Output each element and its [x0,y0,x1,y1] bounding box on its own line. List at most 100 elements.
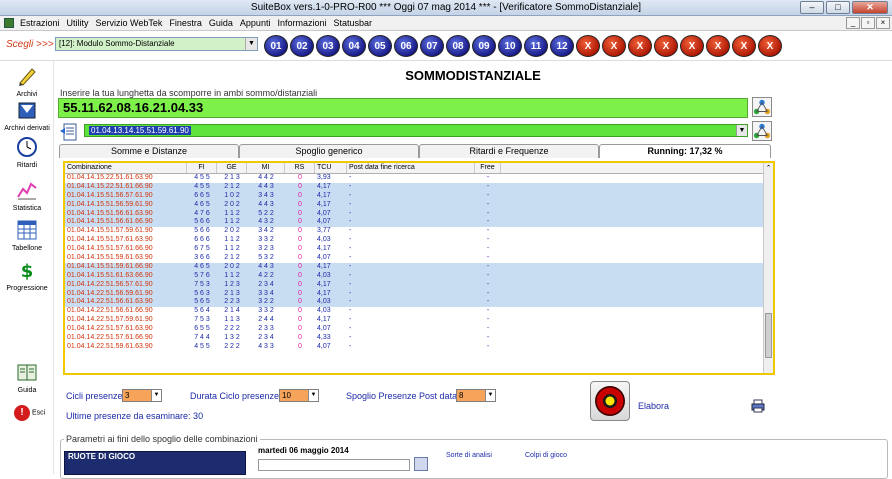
app-icon[interactable] [4,18,14,28]
col-combinazione[interactable]: Combinazione [65,163,187,173]
table-row[interactable]: 01.04.14.15.51.61.63.66.90 5 7 6 1 1 2 4 2 … [65,271,765,281]
wheel-button[interactable]: 04 [342,35,366,57]
wheel-button[interactable]: 05 [368,35,392,57]
table-row[interactable]: 01.04.14.15.51.56.61.63.90 4 7 6 1 1 2 5 2 … [65,209,765,219]
menu-servizio-webtek[interactable]: Servizio WebTek [96,18,163,28]
maximize-button[interactable]: □ [826,1,850,14]
calendar-icon[interactable] [414,457,428,471]
menu-utility[interactable]: Utility [67,18,89,28]
sidebar-item-progressione[interactable]: $ Progressione [0,259,54,292]
col-ge[interactable]: GE [217,163,247,173]
durata-select[interactable]: 10 ▼ [279,389,319,402]
wheel-button[interactable]: 12 [550,35,574,57]
col-fi[interactable]: FI [187,163,217,173]
table-row[interactable]: 01.04.14.15.22.51.61.66.90 4 5 5 2 1 2 4 4 … [65,182,765,192]
wheel-button[interactable]: 02 [290,35,314,57]
col-post-data[interactable]: Post data fine ricerca [347,163,475,173]
table-cell: 3 3 2 [258,307,274,315]
wheel-buttons: 01 02 03 04 05 06 07 08 09 10 11 12 X X X X X X X X [264,35,782,57]
wheel-button[interactable]: X [602,35,626,57]
date-slider[interactable] [258,459,410,471]
sidebar-item-guida[interactable]: Guida [0,361,54,394]
table-row[interactable]: 01.04.14.22.51.57.59.61.90 7 5 3 1 1 3 2 4 … [65,316,765,326]
document-icon[interactable] [60,123,80,141]
wheel-button[interactable]: 09 [472,35,496,57]
mdi-close-button[interactable]: × [876,17,890,29]
wheel-button[interactable]: 06 [394,35,418,57]
printer-icon[interactable] [751,399,765,413]
wheel-button[interactable]: X [706,35,730,57]
wheel-button[interactable]: X [628,35,652,57]
table-row[interactable]: 01.04.14.15.51.59.61.66.90 4 6 5 2 0 2 4 4 … [65,262,765,272]
table-row[interactable]: 01.04.14.15.51.59.61.63.90 3 6 6 2 1 2 5 3 … [65,254,765,263]
table-row[interactable]: 01.04.14.22.51.57.61.66.90 7 4 4 1 3 2 2 3 … [65,334,765,343]
menu-statusbar[interactable]: Statusbar [333,18,372,28]
tab-somme-distanze[interactable]: Somme e Distanze [59,144,239,158]
module-select[interactable]: [12]: Modulo Sommo-Distanziale ▼ [55,37,258,51]
tab-running-status[interactable]: Running: 17,32 % [599,144,771,158]
chevron-down-icon[interactable]: ▼ [308,390,318,401]
table-row[interactable]: 01.04.14.15.22.51.61.63.90 4 5 5 2 1 3 4 4 … [65,174,765,183]
wheel-button[interactable]: 07 [420,35,444,57]
wheel-button[interactable]: 08 [446,35,470,57]
col-tcu[interactable]: TCU [315,163,347,173]
chevron-down-icon[interactable]: ▼ [151,390,161,401]
wheel-button[interactable]: 01 [264,35,288,57]
wheel-button[interactable]: X [732,35,756,57]
wheel-button[interactable]: 03 [316,35,340,57]
table-row[interactable]: 01.04.14.22.51.56.61.63.90 5 6 5 2 2 3 3 2 … [65,298,765,308]
chevron-down-icon[interactable]: ▼ [736,125,747,136]
lunghezza-input[interactable]: 55.11.62.08.16.21.04.33 [58,98,748,118]
wheel-button[interactable]: X [654,35,678,57]
table-row[interactable]: 01.04.14.15.51.57.61.66.90 6 7 5 1 1 2 3 2 … [65,245,765,255]
table-row[interactable]: 01.04.14.15.51.56.59.61.90 4 6 5 2 0 2 4 4 … [65,200,765,210]
combination-select[interactable]: 01.04.13.14.15.51.59.61.90 ▼ [84,124,748,137]
table-cell: 5 6 3 [194,289,210,297]
table-row[interactable]: 01.04.14.22.51.57.61.63.90 6 5 5 2 2 2 2 3 … [65,325,765,335]
table-row[interactable]: 01.04.14.22.51.56.57.61.90 7 5 3 1 2 3 2 3 … [65,280,765,290]
chevron-down-icon[interactable]: ▼ [245,38,257,50]
table-row[interactable]: 01.04.14.15.51.56.57.61.90 6 6 5 1 0 2 3 4 … [65,191,765,201]
sidebar-item-archivi[interactable]: Archivi [0,65,54,98]
wheel-button[interactable]: 10 [498,35,522,57]
tab-ritardi-frequenze[interactable]: Ritardi e Frequenze [419,144,599,158]
menu-informazioni[interactable]: Informazioni [277,18,326,28]
col-rs[interactable]: RS [285,163,315,173]
minimize-button[interactable]: – [800,1,824,14]
cicli-select[interactable]: 3 ▼ [122,389,162,402]
menu-estrazioni[interactable]: Estrazioni [20,18,60,28]
vertical-scrollbar[interactable]: ⌃ [763,163,773,373]
menu-guida[interactable]: Guida [209,18,233,28]
col-free[interactable]: Free [475,163,501,173]
col-mi[interactable]: MI [247,163,285,173]
scroll-thumb[interactable] [765,313,772,358]
network-icon[interactable] [752,97,772,117]
network-icon[interactable] [752,121,772,141]
table-row[interactable]: 01.04.14.22.51.59.61.63.90 4 5 5 2 2 2 4 3 … [65,342,765,352]
sidebar-item-statistica[interactable]: Statistica [0,179,54,212]
wheel-button[interactable]: X [758,35,782,57]
close-button[interactable]: ✕ [852,1,888,14]
chevron-down-icon[interactable]: ▼ [485,390,495,401]
table-row[interactable]: 01.04.14.15.51.57.61.63.90 6 6 6 1 1 2 3 3 … [65,236,765,246]
sidebar-item-ritardi[interactable]: Ritardi [0,136,54,169]
menu-finestra[interactable]: Finestra [169,18,202,28]
mdi-minimize-button[interactable]: _ [846,17,860,29]
menu-appunti[interactable]: Appunti [240,18,271,28]
sidebar-item-esci[interactable]: ! Esci [0,405,54,421]
sidebar-item-tabellone[interactable]: Tabellone [0,219,54,252]
table-row[interactable]: 01.04.14.15.51.56.61.66.90 5 6 6 1 1 2 4 3 … [65,218,765,228]
wheel-button[interactable]: 11 [524,35,548,57]
elabora-label[interactable]: Elabora [638,401,669,411]
scroll-up-icon[interactable]: ⌃ [764,164,773,172]
wheel-button[interactable]: X [576,35,600,57]
spoglio-select[interactable]: 8 ▼ [456,389,496,402]
tab-spoglio-generico[interactable]: Spoglio generico [239,144,419,158]
wheel-button[interactable]: X [680,35,704,57]
table-row[interactable]: 01.04.14.22.51.56.61.66.90 5 6 4 2 1 4 3 3 … [65,307,765,317]
elabora-button[interactable] [590,381,630,421]
table-row[interactable]: 01.04.14.15.51.57.59.61.90 5 6 6 2 0 2 3 4 … [65,227,765,237]
sidebar-item-archivi-derivati[interactable]: Archivi derivati [0,99,54,132]
table-row[interactable]: 01.04.14.22.51.56.59.61.90 5 6 3 2 1 3 3 3 … [65,289,765,299]
mdi-restore-button[interactable]: ▫ [861,17,875,29]
